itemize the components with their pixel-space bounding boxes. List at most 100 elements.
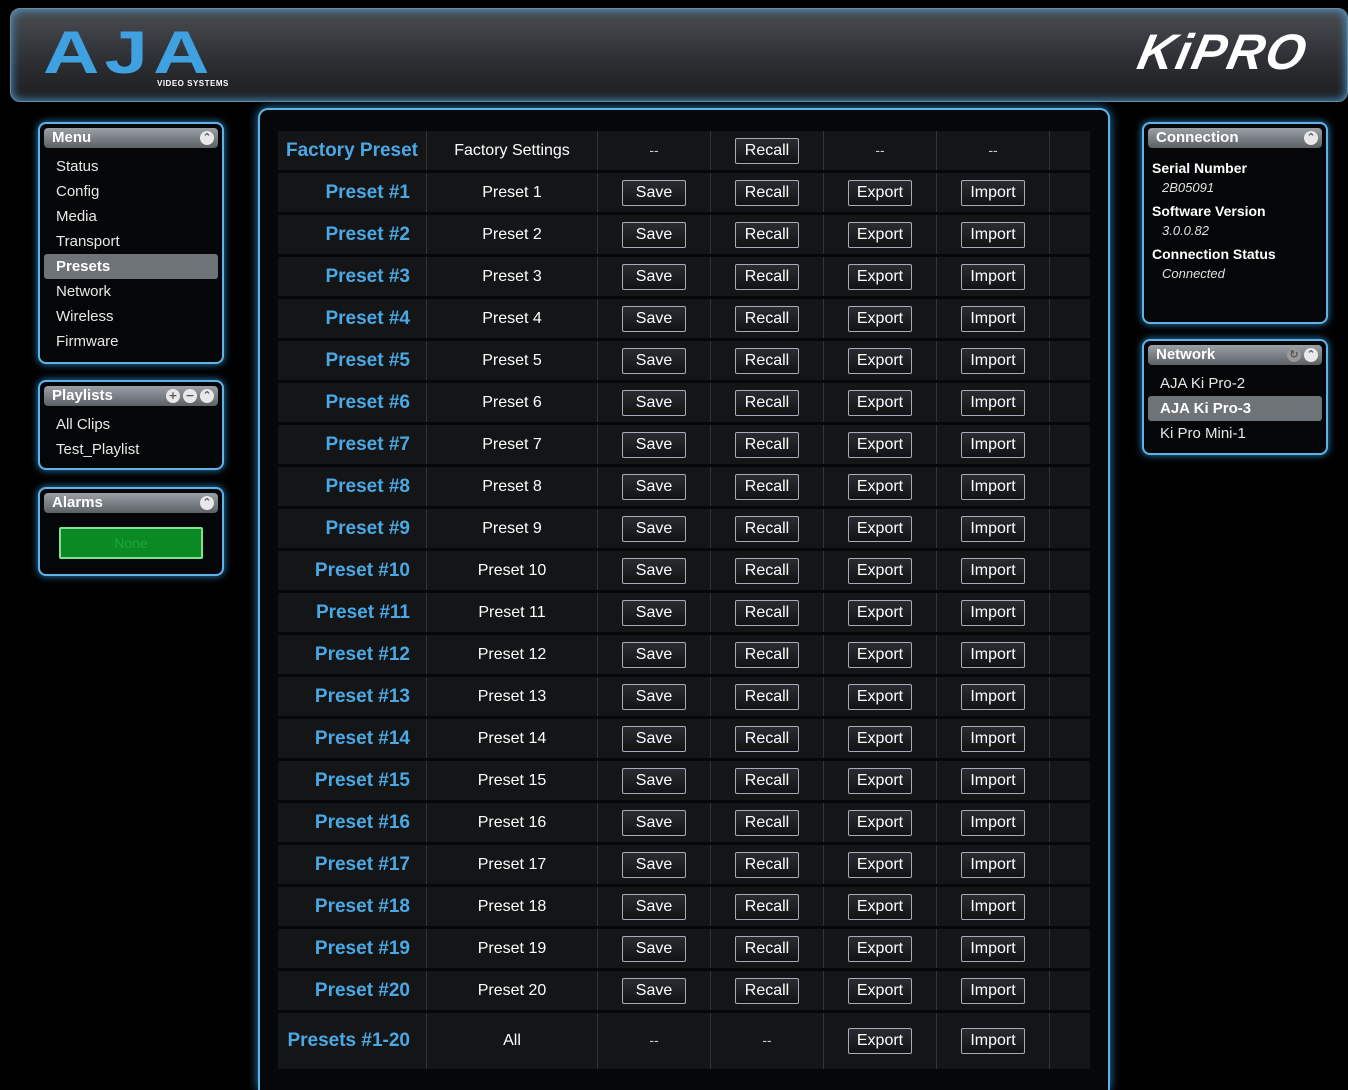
network-device-aja-ki-pro-3[interactable]: AJA Ki Pro-3 [1148,396,1322,421]
export-button[interactable]: Export [848,179,912,206]
import-button[interactable]: Import [961,1028,1025,1054]
menu-item-status[interactable]: Status [44,154,218,179]
import-button[interactable]: Import [961,179,1025,206]
export-button[interactable]: Export [848,557,912,584]
add-icon[interactable]: + [166,389,180,403]
export-button[interactable]: Export [848,347,912,374]
menu-item-network[interactable]: Network [44,279,218,304]
import-button[interactable]: Import [961,473,1025,500]
menu-item-wireless[interactable]: Wireless [44,304,218,329]
import-button[interactable]: Import [961,221,1025,248]
recall-button[interactable]: Recall [735,179,799,206]
save-button[interactable]: Save [622,557,686,584]
recall-button[interactable]: Recall [735,893,799,920]
save-button[interactable]: Save [622,851,686,878]
collapse-icon[interactable]: ⌃ [200,131,214,145]
save-button[interactable]: Save [622,683,686,710]
save-button[interactable]: Save [622,473,686,500]
network-device-ki-pro-mini-1[interactable]: Ki Pro Mini-1 [1148,421,1322,446]
collapse-icon[interactable]: ⌃ [200,389,214,403]
save-button[interactable]: Save [622,599,686,626]
export-button[interactable]: Export [848,599,912,626]
recall-button[interactable]: Recall [735,683,799,710]
export-button[interactable]: Export [848,767,912,794]
collapse-icon[interactable]: ⌃ [200,496,214,510]
import-button[interactable]: Import [961,263,1025,290]
export-button[interactable]: Export [848,725,912,752]
refresh-icon[interactable]: ↻ [1287,348,1301,362]
recall-button[interactable]: Recall [735,221,799,248]
import-button[interactable]: Import [961,389,1025,416]
collapse-icon[interactable]: ⌃ [1304,131,1318,145]
import-button[interactable]: Import [961,725,1025,752]
network-device-aja-ki-pro-2[interactable]: AJA Ki Pro-2 [1148,371,1322,396]
recall-button[interactable]: Recall [735,767,799,794]
import-button[interactable]: Import [961,935,1025,962]
import-button[interactable]: Import [961,809,1025,836]
export-button[interactable]: Export [848,641,912,668]
save-button[interactable]: Save [622,893,686,920]
export-button[interactable]: Export [848,389,912,416]
import-button[interactable]: Import [961,893,1025,920]
import-button[interactable]: Import [961,305,1025,332]
save-button[interactable]: Save [622,389,686,416]
playlist-item-all-clips[interactable]: All Clips [44,412,218,437]
menu-item-transport[interactable]: Transport [44,229,218,254]
export-button[interactable]: Export [848,473,912,500]
export-button[interactable]: Export [848,221,912,248]
save-button[interactable]: Save [622,347,686,374]
recall-button[interactable]: Recall [735,851,799,878]
recall-button[interactable]: Recall [735,935,799,962]
save-button[interactable]: Save [622,431,686,458]
save-button[interactable]: Save [622,977,686,1004]
import-button[interactable]: Import [961,641,1025,668]
recall-button[interactable]: Recall [735,305,799,332]
export-button[interactable]: Export [848,851,912,878]
import-button[interactable]: Import [961,851,1025,878]
export-button[interactable]: Export [848,431,912,458]
recall-button[interactable]: Recall [735,557,799,584]
menu-item-presets[interactable]: Presets [44,254,218,279]
recall-button[interactable]: Recall [735,389,799,416]
export-button[interactable]: Export [848,809,912,836]
save-button[interactable]: Save [622,767,686,794]
import-button[interactable]: Import [961,557,1025,584]
save-button[interactable]: Save [622,935,686,962]
save-button[interactable]: Save [622,179,686,206]
recall-button[interactable]: Recall [735,347,799,374]
menu-item-firmware[interactable]: Firmware [44,329,218,354]
save-button[interactable]: Save [622,641,686,668]
save-button[interactable]: Save [622,515,686,542]
recall-button[interactable]: Recall [735,515,799,542]
recall-button[interactable]: Recall [735,263,799,290]
collapse-icon[interactable]: ⌃ [1304,348,1318,362]
export-button[interactable]: Export [848,263,912,290]
save-button[interactable]: Save [622,263,686,290]
export-button[interactable]: Export [848,977,912,1004]
import-button[interactable]: Import [961,515,1025,542]
save-button[interactable]: Save [622,305,686,332]
export-button[interactable]: Export [848,683,912,710]
export-button[interactable]: Export [848,515,912,542]
recall-button[interactable]: Recall [735,977,799,1004]
import-button[interactable]: Import [961,683,1025,710]
export-button[interactable]: Export [848,893,912,920]
import-button[interactable]: Import [961,347,1025,374]
save-button[interactable]: Save [622,809,686,836]
import-button[interactable]: Import [961,599,1025,626]
recall-button[interactable]: Recall [735,599,799,626]
remove-icon[interactable]: − [183,389,197,403]
export-button[interactable]: Export [848,1028,912,1054]
recall-button[interactable]: Recall [735,137,799,164]
playlist-item-test-playlist[interactable]: Test_Playlist [44,437,218,462]
recall-button[interactable]: Recall [735,725,799,752]
import-button[interactable]: Import [961,431,1025,458]
save-button[interactable]: Save [622,725,686,752]
recall-button[interactable]: Recall [735,473,799,500]
recall-button[interactable]: Recall [735,641,799,668]
recall-button[interactable]: Recall [735,431,799,458]
import-button[interactable]: Import [961,977,1025,1004]
save-button[interactable]: Save [622,221,686,248]
export-button[interactable]: Export [848,935,912,962]
recall-button[interactable]: Recall [735,809,799,836]
